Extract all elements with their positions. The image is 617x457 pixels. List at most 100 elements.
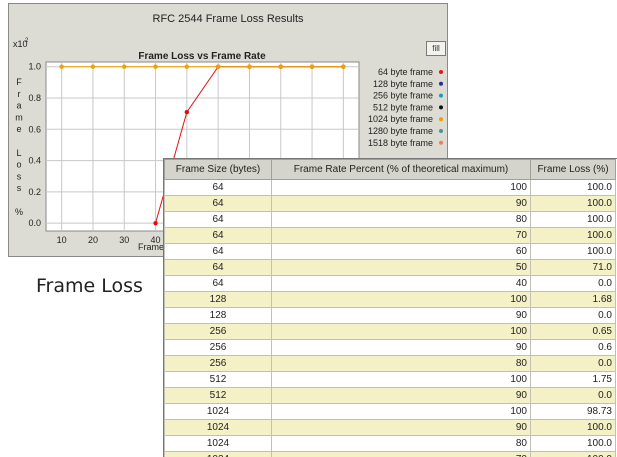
cell-frame-loss: 0.0 <box>530 387 616 404</box>
cell-frame-size: 64 <box>164 243 272 260</box>
y-tick-label: 0.4 <box>28 156 41 166</box>
table-row[interactable]: 64 70 100.0 <box>164 227 616 244</box>
cell-frame-size: 128 <box>164 291 272 308</box>
legend-label: 1518 byte frame <box>368 138 433 148</box>
data-point <box>184 64 190 69</box>
y-tick-label: 1.0 <box>28 62 41 72</box>
cell-frame-size: 64 <box>164 227 272 244</box>
table-header-row: Frame Size (bytes) Frame Rate Percent (%… <box>164 159 616 180</box>
header-frame-size[interactable]: Frame Size (bytes) <box>164 159 272 180</box>
y-axis-label-letter: s <box>17 183 22 193</box>
cell-frame-rate: 40 <box>271 275 531 292</box>
cell-frame-loss: 0.6 <box>530 339 616 356</box>
cell-frame-rate: 50 <box>271 259 531 276</box>
cell-frame-loss: 100.0 <box>530 243 616 260</box>
cell-frame-rate: 70 <box>271 227 531 244</box>
cell-frame-rate: 100 <box>271 371 531 388</box>
table-row[interactable]: 64 80 100.0 <box>164 211 616 228</box>
cell-frame-rate: 90 <box>271 387 531 404</box>
cell-frame-size: 256 <box>164 339 272 356</box>
cell-frame-size: 256 <box>164 323 272 340</box>
table-row[interactable]: 128 90 0.0 <box>164 307 616 324</box>
table-row[interactable]: 512 100 1.75 <box>164 371 616 388</box>
axis-multiplier-exponent: 2 <box>25 38 29 44</box>
data-point <box>341 64 346 69</box>
table-row[interactable]: 256 100 0.65 <box>164 323 616 340</box>
y-axis-label-letter: r <box>18 89 21 99</box>
y-tick-label: 0.0 <box>28 218 41 228</box>
y-axis-label-letter: m <box>15 112 23 122</box>
legend-label: 512 byte frame <box>373 102 433 112</box>
table-row[interactable]: 256 80 0.0 <box>164 355 616 372</box>
legend-label: 64 byte frame <box>378 67 433 77</box>
cell-frame-loss: 0.0 <box>530 355 616 372</box>
chart-title: Frame Loss vs Frame Rate <box>138 51 266 62</box>
frame-loss-caption: Frame Loss <box>36 275 143 297</box>
legend-marker <box>439 81 443 86</box>
legend-marker <box>439 105 443 110</box>
table-row[interactable]: 1024 100 98.73 <box>164 403 616 420</box>
cell-frame-loss: 0.65 <box>530 323 616 340</box>
legend-label: 256 byte frame <box>373 91 433 101</box>
results-table: Frame Size (bytes) Frame Rate Percent (%… <box>164 159 616 457</box>
cell-frame-size: 1024 <box>164 451 272 457</box>
legend-marker <box>439 70 443 74</box>
cell-frame-size: 64 <box>164 179 272 196</box>
table-row[interactable]: 64 90 100.0 <box>164 195 616 212</box>
cell-frame-size: 64 <box>164 195 272 212</box>
header-frame-rate[interactable]: Frame Rate Percent (% of theoretical max… <box>271 159 531 180</box>
cell-frame-rate: 90 <box>271 419 531 436</box>
cell-frame-rate: 70 <box>271 451 531 457</box>
table-row[interactable]: 512 90 0.0 <box>164 387 616 404</box>
data-point <box>59 64 64 69</box>
cell-frame-rate: 60 <box>271 243 531 260</box>
x-tick-label: 10 <box>57 235 67 245</box>
table-row[interactable]: 256 90 0.6 <box>164 339 616 356</box>
cell-frame-loss: 100.0 <box>530 419 616 436</box>
legend-marker <box>439 129 443 133</box>
cell-frame-loss: 0.0 <box>530 275 616 292</box>
table-row[interactable]: 1024 80 100.0 <box>164 435 616 452</box>
cell-frame-rate: 80 <box>271 355 531 372</box>
x-tick-label: 30 <box>119 235 129 245</box>
y-tick-label: 0.6 <box>28 124 41 134</box>
cell-frame-loss: 98.73 <box>530 403 616 420</box>
data-point <box>90 64 96 69</box>
cell-frame-loss: 100.0 <box>530 435 616 452</box>
cell-frame-size: 128 <box>164 307 272 324</box>
cell-frame-loss: 1.75 <box>530 371 616 388</box>
cell-frame-loss: 71.0 <box>530 259 616 276</box>
legend-marker <box>439 140 443 145</box>
fill-button[interactable]: fill <box>426 41 446 56</box>
data-point <box>153 220 158 226</box>
y-axis-label-letter: F <box>16 77 22 87</box>
legend-label: 1280 byte frame <box>368 126 433 136</box>
cell-frame-size: 512 <box>164 387 272 404</box>
header-frame-loss[interactable]: Frame Loss (%) <box>530 159 616 180</box>
cell-frame-size: 64 <box>164 211 272 228</box>
cell-frame-rate: 80 <box>271 211 531 228</box>
table-row[interactable]: 64 50 71.0 <box>164 259 616 276</box>
data-point <box>122 64 127 69</box>
cell-frame-size: 1024 <box>164 403 272 420</box>
cell-frame-loss: 100.0 <box>530 451 616 457</box>
table-row[interactable]: 64 100 100.0 <box>164 179 616 196</box>
cell-frame-rate: 100 <box>271 403 531 420</box>
table-row[interactable]: 64 40 0.0 <box>164 275 616 292</box>
y-tick-label: 0.8 <box>28 93 41 103</box>
table-row[interactable]: 128 100 1.68 <box>164 291 616 308</box>
cell-frame-size: 256 <box>164 355 272 372</box>
y-axis-label-letter: % <box>15 207 23 217</box>
y-axis-label-letter: a <box>16 101 21 111</box>
cell-frame-size: 1024 <box>164 419 272 436</box>
data-point <box>184 109 190 115</box>
cell-frame-loss: 0.0 <box>530 307 616 324</box>
table-row[interactable]: 64 60 100.0 <box>164 243 616 260</box>
results-table-panel[interactable]: Frame Size (bytes) Frame Rate Percent (%… <box>163 158 617 457</box>
x-tick-label: 20 <box>88 235 98 245</box>
legend-label: 1024 byte frame <box>368 114 433 124</box>
cell-frame-rate: 100 <box>271 323 531 340</box>
table-row[interactable]: 1024 90 100.0 <box>164 419 616 436</box>
table-row[interactable]: 102470100.0 <box>164 451 616 457</box>
cell-frame-rate: 80 <box>271 435 531 452</box>
